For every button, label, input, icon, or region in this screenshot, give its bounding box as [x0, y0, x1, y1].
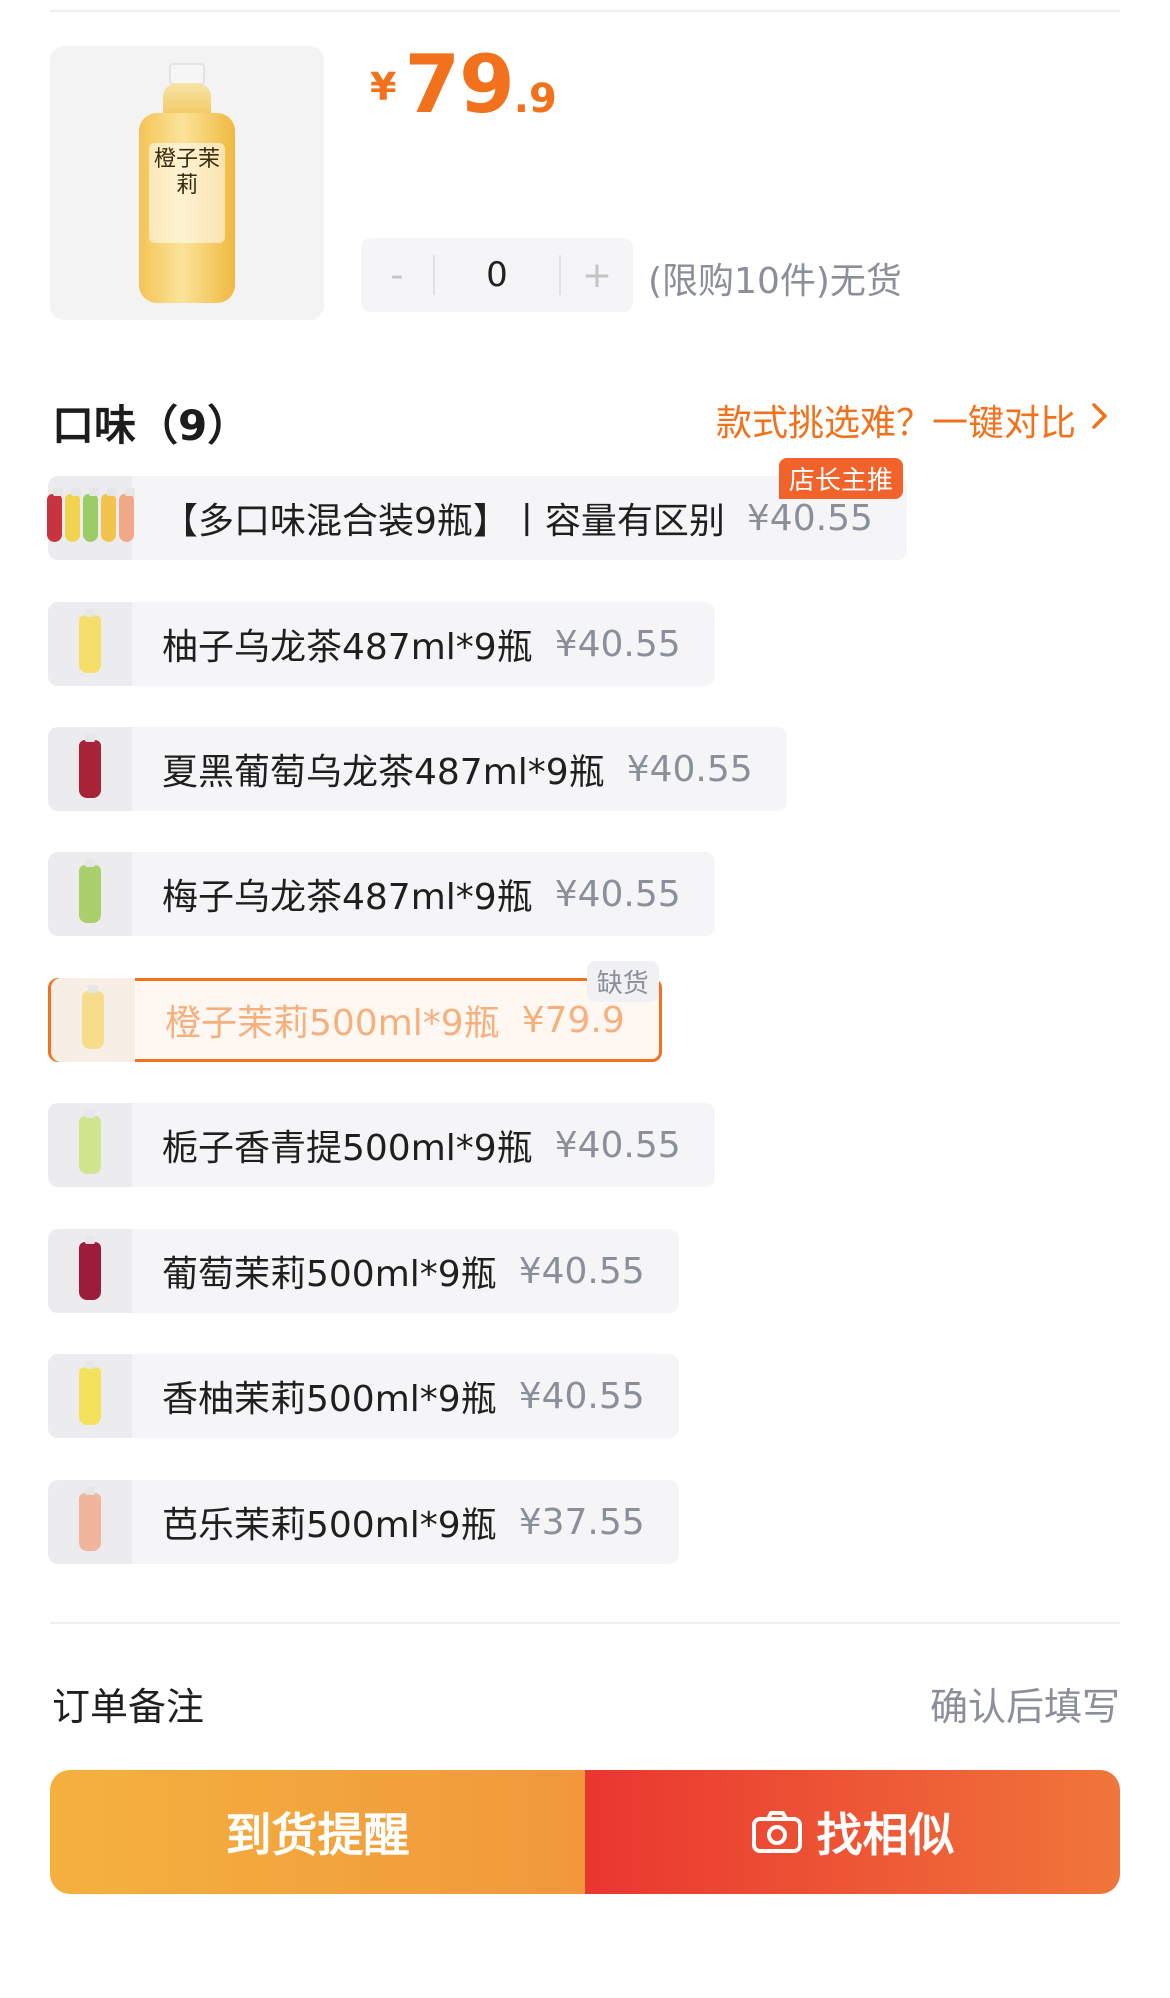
- flavor-option-name: 橙子茉莉500ml*9瓶: [165, 1003, 500, 1044]
- flavor-thumbnail: [51, 978, 135, 1062]
- price-decimal: .9: [513, 76, 557, 122]
- flavor-option[interactable]: 梅子乌龙茶487ml*9瓶 ¥40.55: [48, 852, 715, 936]
- flavor-section-title: 口味（9）: [52, 401, 250, 450]
- flavor-option-price: ¥40.55: [518, 1375, 645, 1417]
- flavor-option[interactable]: 夏黑葡萄乌龙茶487ml*9瓶 ¥40.55: [48, 727, 787, 811]
- order-remark-label: 订单备注: [52, 1685, 205, 1729]
- flavor-option-name: 柚子乌龙茶487ml*9瓶: [162, 627, 533, 668]
- flavor-option-name: 芭乐茉莉500ml*9瓶: [162, 1505, 497, 1546]
- recommend-badge: 店长主推: [778, 458, 903, 499]
- flavor-thumbnail: [46, 476, 135, 560]
- arrival-notify-button[interactable]: 到货提醒: [50, 1770, 585, 1894]
- flavor-option-name: 梅子乌龙茶487ml*9瓶: [162, 877, 533, 918]
- flavor-thumbnail: [48, 727, 132, 811]
- sold-out-badge: 缺货: [586, 961, 659, 1002]
- compare-link[interactable]: 款式挑选难？一键对比: [716, 394, 1110, 446]
- flavor-thumbnail: [48, 1480, 132, 1564]
- section-divider: [50, 1622, 1120, 1624]
- bottle-image: [79, 734, 101, 798]
- flavor-option-price: ¥40.55: [554, 623, 681, 665]
- bottle-image: [79, 859, 101, 923]
- flavor-option-name: 香柚茉莉500ml*9瓶: [162, 1379, 497, 1420]
- bottle-label: 橙子茉莉: [149, 143, 225, 243]
- flavor-option-name: 栀子香青提500ml*9瓶: [162, 1128, 533, 1169]
- flavor-option-price: ¥40.55: [626, 748, 753, 790]
- flavor-option-price: ¥40.55: [518, 1250, 645, 1292]
- flavor-thumbnail: [48, 1354, 132, 1438]
- flavor-thumbnail: [48, 602, 132, 686]
- flavor-option-price: ¥40.55: [554, 873, 681, 915]
- flavor-option[interactable]: 橙子茉莉500ml*9瓶 ¥79.9 缺货: [48, 961, 662, 1062]
- flavor-option[interactable]: 【多口味混合装9瓶】丨容量有区别 ¥40.55 店长主推: [46, 458, 907, 560]
- flavor-thumbnail: [48, 1229, 132, 1313]
- flavor-option[interactable]: 香柚茉莉500ml*9瓶 ¥40.55: [48, 1354, 679, 1438]
- bottle-image: [79, 1236, 101, 1300]
- bottle-image: [64, 488, 81, 542]
- flavor-option[interactable]: 柚子乌龙茶487ml*9瓶 ¥40.55: [48, 602, 715, 686]
- quantity-stepper: - 0 +: [361, 238, 633, 312]
- flavor-option[interactable]: 栀子香青提500ml*9瓶 ¥40.55: [48, 1103, 715, 1187]
- flavor-option-name: 【多口味混合装9瓶】丨容量有区别: [162, 501, 725, 542]
- price-integer: 79: [404, 38, 514, 131]
- bottle-image: [118, 488, 135, 542]
- bottle-image: [79, 1487, 101, 1551]
- compare-link-label: 款式挑选难？一键对比: [715, 403, 1076, 444]
- chevron-right-icon: [1090, 400, 1110, 440]
- quantity-input[interactable]: 0: [435, 255, 559, 295]
- flavor-thumbnail: [48, 1103, 132, 1187]
- camera-icon: [751, 1810, 803, 1854]
- price-symbol: ¥: [370, 65, 397, 109]
- find-similar-button[interactable]: 找相似: [585, 1770, 1120, 1894]
- flavor-option[interactable]: 芭乐茉莉500ml*9瓶 ¥37.55: [48, 1480, 679, 1564]
- bottle-image: 橙子茉莉: [139, 63, 235, 303]
- bottle-image: [100, 488, 117, 542]
- flavor-option-price: ¥40.55: [746, 497, 873, 539]
- bottle-image: [79, 609, 101, 673]
- flavor-option[interactable]: 葡萄茉莉500ml*9瓶 ¥40.55: [48, 1229, 679, 1313]
- product-image[interactable]: 橙子茉莉: [50, 46, 324, 320]
- bottle-image: [82, 985, 104, 1049]
- top-divider: [50, 10, 1120, 12]
- flavor-thumbnail: [48, 852, 132, 936]
- bottle-image: [82, 488, 99, 542]
- find-similar-label: 找相似: [816, 1808, 955, 1862]
- bottle-image: [79, 1110, 101, 1174]
- decrease-button[interactable]: -: [361, 255, 433, 296]
- bottle-image: [46, 488, 63, 542]
- order-remark-input[interactable]: 确认后填写: [930, 1676, 1120, 1731]
- increase-button[interactable]: +: [561, 255, 633, 296]
- flavor-option-name: 葡萄茉莉500ml*9瓶: [162, 1254, 497, 1295]
- bottle-image: [79, 1361, 101, 1425]
- product-price: ¥79.9: [370, 38, 557, 131]
- flavor-option-price: ¥79.9: [521, 999, 625, 1041]
- bottom-action-bar: 到货提醒 找相似: [50, 1770, 1120, 1894]
- flavor-option-price: ¥37.55: [518, 1501, 645, 1543]
- purchase-limit-text: (限购10件)无货: [648, 261, 902, 302]
- flavor-option-price: ¥40.55: [554, 1124, 681, 1166]
- flavor-option-name: 夏黑葡萄乌龙茶487ml*9瓶: [162, 752, 605, 793]
